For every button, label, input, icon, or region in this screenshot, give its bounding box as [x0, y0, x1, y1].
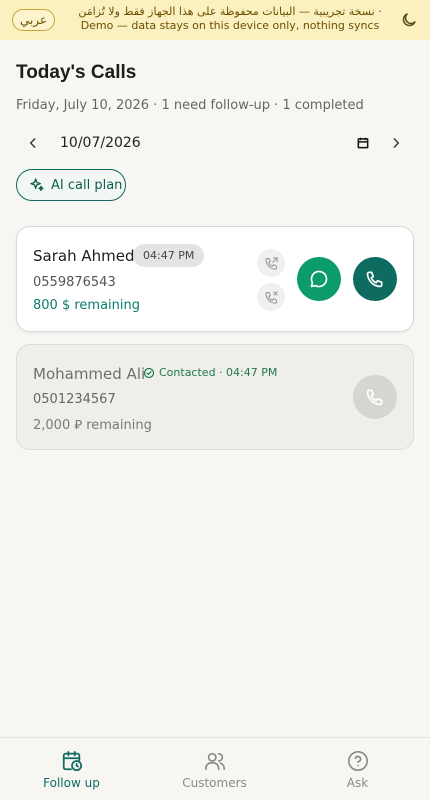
ai-call-plan-label: AI call plan	[51, 177, 123, 193]
nav-customers-label: Customers	[182, 775, 247, 790]
page-title: Today's Calls	[16, 62, 137, 83]
language-toggle-button[interactable]: عربي	[12, 9, 55, 31]
call-button[interactable]	[353, 257, 397, 301]
calendar-icon[interactable]	[356, 136, 370, 150]
users-icon	[204, 752, 225, 770]
call-card[interactable]: Mohammed Ali Contacted · 04:47 PM 050123…	[16, 344, 414, 450]
contacted-status: Contacted · 04:47 PM	[143, 366, 277, 379]
nav-ask[interactable]: Ask	[286, 738, 429, 800]
contacted-label: Contacted · 04:47 PM	[159, 366, 278, 379]
bottom-navigation: Follow up Customers Ask	[0, 737, 430, 800]
phone-missed-icon	[264, 290, 278, 304]
nav-follow-up[interactable]: Follow up	[0, 738, 143, 800]
remaining-amount: 800 $ remaining	[33, 298, 140, 313]
nav-follow-up-label: Follow up	[43, 775, 100, 790]
next-day-button[interactable]	[383, 130, 409, 156]
customer-name: Mohammed Ali	[33, 365, 146, 383]
mark-answered-button[interactable]	[257, 249, 285, 277]
demo-notice: · نسخة تجريبية — البيانات محفوظة على هذا…	[70, 5, 390, 33]
calendar-clock-icon	[62, 750, 82, 771]
nav-ask-label: Ask	[346, 775, 369, 790]
phone-icon	[366, 271, 383, 288]
ai-call-plan-button[interactable]: AI call plan	[16, 169, 126, 201]
moon-icon[interactable]	[400, 11, 418, 29]
check-circle-icon	[143, 367, 155, 378]
demo-banner: عربي · نسخة تجريبية — البيانات محفوظة عل…	[0, 0, 430, 40]
call-card[interactable]: Sarah Ahmed 04:47 PM 0559876543 800 $ re…	[16, 226, 414, 332]
phone-icon	[366, 389, 383, 406]
customer-phone: 0559876543	[33, 275, 116, 290]
help-circle-icon	[347, 750, 368, 771]
demo-notice-arabic: · نسخة تجريبية — البيانات محفوظة على هذا…	[78, 5, 382, 18]
remaining-amount: 2,000 ⃁ remaining	[33, 418, 152, 433]
phone-outgoing-icon	[264, 256, 278, 270]
date-value: 10/07/2026	[60, 135, 141, 151]
customer-phone: 0501234567	[33, 392, 116, 407]
mark-no-answer-button[interactable]	[257, 283, 285, 311]
date-input[interactable]: 10/07/2026	[60, 132, 370, 154]
demo-notice-english: Demo — data stays on this device only, n…	[80, 19, 380, 32]
whatsapp-button[interactable]	[297, 257, 341, 301]
date-navigator: 10/07/2026	[16, 130, 414, 156]
nav-customers[interactable]: Customers	[143, 738, 286, 800]
call-time-badge: 04:47 PM	[133, 244, 205, 267]
call-button-disabled	[353, 375, 397, 419]
chevron-left-icon	[29, 138, 36, 148]
customer-name: Sarah Ahmed	[33, 247, 135, 265]
message-circle-icon	[310, 270, 328, 288]
chevron-right-icon	[393, 138, 400, 148]
sparkles-icon	[30, 178, 44, 191]
previous-day-button[interactable]	[20, 130, 46, 156]
page-subtitle: Friday, July 10, 2026 · 1 need follow-up…	[16, 98, 364, 113]
